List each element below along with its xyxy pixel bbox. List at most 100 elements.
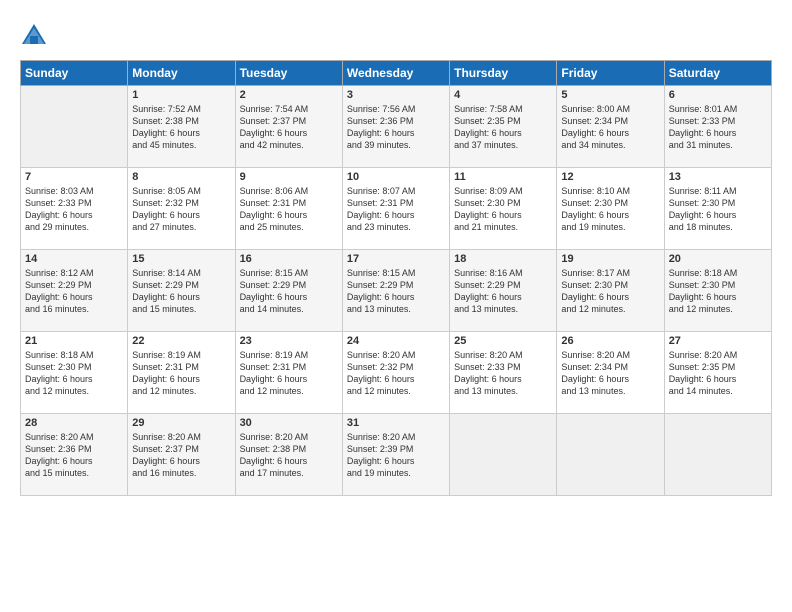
day-cell: 11 Sunrise: 8:09 AM Sunset: 2:30 PM Dayli… [450, 168, 557, 250]
logo-icon [20, 22, 48, 50]
header [20, 18, 772, 50]
day-cell: 9 Sunrise: 8:06 AM Sunset: 2:31 PM Daylig… [235, 168, 342, 250]
day-info: Sunrise: 7:58 AM Sunset: 2:35 PM Dayligh… [454, 103, 552, 152]
day-cell: 23 Sunrise: 8:19 AM Sunset: 2:31 PM Dayli… [235, 332, 342, 414]
day-number: 29 [132, 417, 230, 429]
column-header-friday: Friday [557, 61, 664, 86]
page: SundayMondayTuesdayWednesdayThursdayFrid… [0, 0, 792, 612]
day-cell [450, 414, 557, 496]
day-info: Sunrise: 8:19 AM Sunset: 2:31 PM Dayligh… [240, 349, 338, 398]
day-cell: 13 Sunrise: 8:11 AM Sunset: 2:30 PM Dayli… [664, 168, 771, 250]
day-info: Sunrise: 7:56 AM Sunset: 2:36 PM Dayligh… [347, 103, 445, 152]
day-number: 19 [561, 253, 659, 265]
day-cell: 8 Sunrise: 8:05 AM Sunset: 2:32 PM Daylig… [128, 168, 235, 250]
day-info: Sunrise: 8:17 AM Sunset: 2:30 PM Dayligh… [561, 267, 659, 316]
day-number: 11 [454, 171, 552, 183]
day-info: Sunrise: 8:03 AM Sunset: 2:33 PM Dayligh… [25, 185, 123, 234]
day-number: 16 [240, 253, 338, 265]
day-info: Sunrise: 8:20 AM Sunset: 2:32 PM Dayligh… [347, 349, 445, 398]
calendar-header: SundayMondayTuesdayWednesdayThursdayFrid… [21, 61, 772, 86]
day-cell: 21 Sunrise: 8:18 AM Sunset: 2:30 PM Dayli… [21, 332, 128, 414]
day-info: Sunrise: 8:20 AM Sunset: 2:35 PM Dayligh… [669, 349, 767, 398]
day-number: 2 [240, 89, 338, 101]
day-number: 10 [347, 171, 445, 183]
day-info: Sunrise: 8:09 AM Sunset: 2:30 PM Dayligh… [454, 185, 552, 234]
day-number: 25 [454, 335, 552, 347]
day-info: Sunrise: 8:01 AM Sunset: 2:33 PM Dayligh… [669, 103, 767, 152]
day-info: Sunrise: 8:20 AM Sunset: 2:37 PM Dayligh… [132, 431, 230, 480]
day-number: 24 [347, 335, 445, 347]
day-cell: 15 Sunrise: 8:14 AM Sunset: 2:29 PM Dayli… [128, 250, 235, 332]
day-info: Sunrise: 8:20 AM Sunset: 2:36 PM Dayligh… [25, 431, 123, 480]
day-cell: 16 Sunrise: 8:15 AM Sunset: 2:29 PM Dayli… [235, 250, 342, 332]
day-cell: 22Sunrise: 8:19 AM Sunset: 2:31 PM Dayli… [128, 332, 235, 414]
day-number: 1 [132, 89, 230, 101]
day-number: 21 [25, 335, 123, 347]
calendar-body: 1 Sunrise: 7:52 AM Sunset: 2:38 PM Daylig… [21, 86, 772, 496]
day-number: 3 [347, 89, 445, 101]
column-header-saturday: Saturday [664, 61, 771, 86]
week-row-5: 28 Sunrise: 8:20 AM Sunset: 2:36 PM Dayli… [21, 414, 772, 496]
day-cell: 7 Sunrise: 8:03 AM Sunset: 2:33 PM Daylig… [21, 168, 128, 250]
column-header-tuesday: Tuesday [235, 61, 342, 86]
day-number: 17 [347, 253, 445, 265]
day-info: Sunrise: 8:20 AM Sunset: 2:33 PM Dayligh… [454, 349, 552, 398]
day-cell: 1 Sunrise: 7:52 AM Sunset: 2:38 PM Daylig… [128, 86, 235, 168]
column-header-monday: Monday [128, 61, 235, 86]
day-cell: 17Sunrise: 8:15 AM Sunset: 2:29 PM Dayli… [342, 250, 449, 332]
day-cell: 30Sunrise: 8:20 AM Sunset: 2:38 PM Dayli… [235, 414, 342, 496]
day-number: 26 [561, 335, 659, 347]
day-cell: 2 Sunrise: 7:54 AM Sunset: 2:37 PM Daylig… [235, 86, 342, 168]
day-info: Sunrise: 8:06 AM Sunset: 2:31 PM Dayligh… [240, 185, 338, 234]
day-cell [557, 414, 664, 496]
day-cell: 29 Sunrise: 8:20 AM Sunset: 2:37 PM Dayli… [128, 414, 235, 496]
day-number: 27 [669, 335, 767, 347]
day-info: Sunrise: 7:54 AM Sunset: 2:37 PM Dayligh… [240, 103, 338, 152]
day-cell: 20 Sunrise: 8:18 AM Sunset: 2:30 PM Dayli… [664, 250, 771, 332]
day-cell: 18 Sunrise: 8:16 AM Sunset: 2:29 PM Dayli… [450, 250, 557, 332]
day-cell: 28 Sunrise: 8:20 AM Sunset: 2:36 PM Dayli… [21, 414, 128, 496]
day-number: 13 [669, 171, 767, 183]
day-cell: 26 Sunrise: 8:20 AM Sunset: 2:34 PM Dayli… [557, 332, 664, 414]
day-info: Sunrise: 8:12 AM Sunset: 2:29 PM Dayligh… [25, 267, 123, 316]
week-row-2: 7 Sunrise: 8:03 AM Sunset: 2:33 PM Daylig… [21, 168, 772, 250]
day-info: Sunrise: 8:16 AM Sunset: 2:29 PM Dayligh… [454, 267, 552, 316]
day-cell: 31Sunrise: 8:20 AM Sunset: 2:39 PM Dayli… [342, 414, 449, 496]
day-number: 18 [454, 253, 552, 265]
day-info: Sunrise: 7:52 AM Sunset: 2:38 PM Dayligh… [132, 103, 230, 152]
day-number: 20 [669, 253, 767, 265]
day-cell: 5 Sunrise: 8:00 AM Sunset: 2:34 PM Daylig… [557, 86, 664, 168]
day-number: 7 [25, 171, 123, 183]
day-number: 23 [240, 335, 338, 347]
day-number: 12 [561, 171, 659, 183]
day-info: Sunrise: 8:20 AM Sunset: 2:34 PM Dayligh… [561, 349, 659, 398]
day-number: 6 [669, 89, 767, 101]
day-number: 15 [132, 253, 230, 265]
day-info: Sunrise: 8:15 AM Sunset: 2:29 PM Dayligh… [240, 267, 338, 316]
week-row-3: 14Sunrise: 8:12 AM Sunset: 2:29 PM Dayli… [21, 250, 772, 332]
calendar-table: SundayMondayTuesdayWednesdayThursdayFrid… [20, 60, 772, 496]
column-header-sunday: Sunday [21, 61, 128, 86]
week-row-4: 21 Sunrise: 8:18 AM Sunset: 2:30 PM Dayli… [21, 332, 772, 414]
day-info: Sunrise: 8:20 AM Sunset: 2:38 PM Dayligh… [240, 431, 338, 480]
day-cell: 14Sunrise: 8:12 AM Sunset: 2:29 PM Dayli… [21, 250, 128, 332]
day-info: Sunrise: 8:11 AM Sunset: 2:30 PM Dayligh… [669, 185, 767, 234]
day-number: 5 [561, 89, 659, 101]
day-cell: 24 Sunrise: 8:20 AM Sunset: 2:32 PM Dayli… [342, 332, 449, 414]
day-number: 4 [454, 89, 552, 101]
day-number: 28 [25, 417, 123, 429]
day-info: Sunrise: 8:00 AM Sunset: 2:34 PM Dayligh… [561, 103, 659, 152]
day-info: Sunrise: 8:10 AM Sunset: 2:30 PM Dayligh… [561, 185, 659, 234]
day-cell: 3 Sunrise: 7:56 AM Sunset: 2:36 PM Daylig… [342, 86, 449, 168]
day-info: Sunrise: 8:05 AM Sunset: 2:32 PM Dayligh… [132, 185, 230, 234]
day-cell [664, 414, 771, 496]
day-number: 8 [132, 171, 230, 183]
day-number: 9 [240, 171, 338, 183]
day-info: Sunrise: 8:18 AM Sunset: 2:30 PM Dayligh… [25, 349, 123, 398]
logo [20, 22, 52, 50]
day-cell: 6 Sunrise: 8:01 AM Sunset: 2:33 PM Daylig… [664, 86, 771, 168]
column-header-thursday: Thursday [450, 61, 557, 86]
day-info: Sunrise: 8:14 AM Sunset: 2:29 PM Dayligh… [132, 267, 230, 316]
day-cell: 12 Sunrise: 8:10 AM Sunset: 2:30 PM Dayli… [557, 168, 664, 250]
day-info: Sunrise: 8:18 AM Sunset: 2:30 PM Dayligh… [669, 267, 767, 316]
